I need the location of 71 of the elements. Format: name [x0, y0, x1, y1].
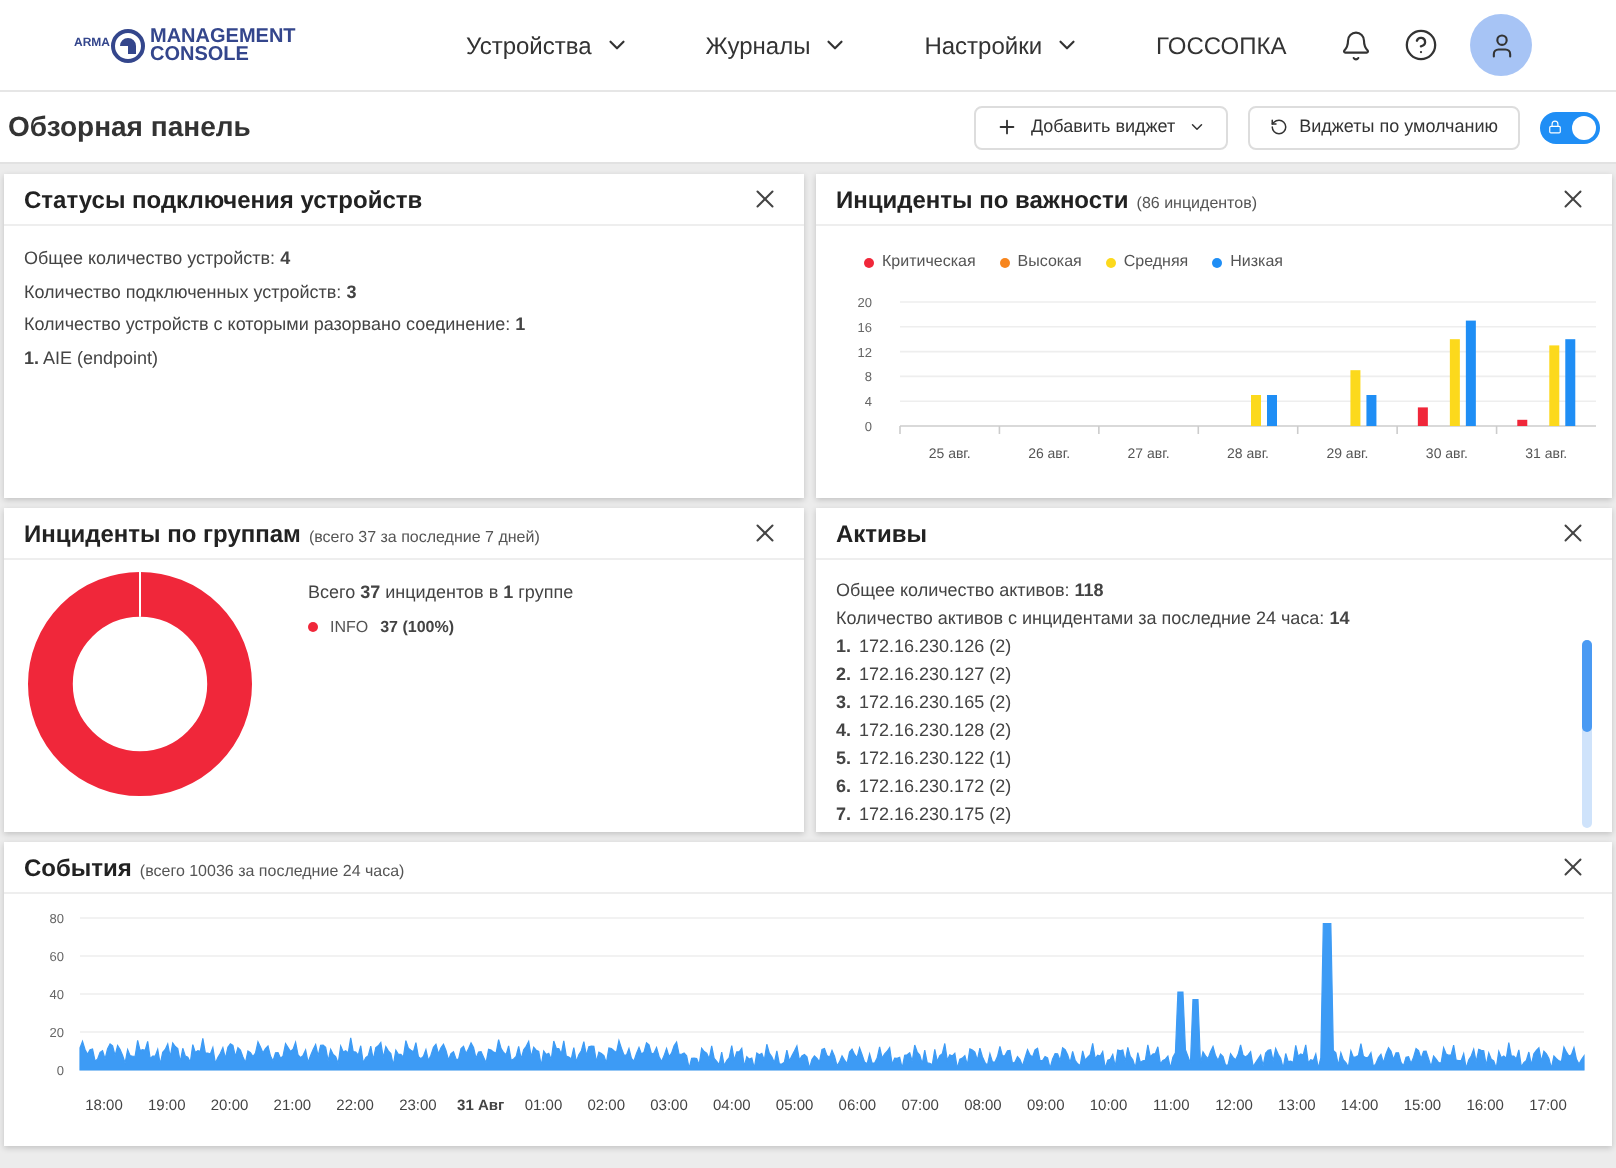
- list-number: 7.: [836, 802, 852, 828]
- asset-address: 172.16.230.122 (1): [859, 746, 1012, 772]
- legend-label: Критическая: [882, 250, 976, 274]
- close-icon: [750, 518, 780, 548]
- plus-icon: [996, 116, 1019, 138]
- bar: [1267, 395, 1277, 426]
- legend-label: Средняя: [1123, 250, 1189, 274]
- bar: [1465, 320, 1476, 426]
- close-icon: [1558, 518, 1588, 548]
- user-avatar-button[interactable]: [1470, 14, 1532, 76]
- list-number: 1.: [836, 634, 852, 660]
- widget-title: Инциденты по важности: [836, 183, 1129, 217]
- help-icon[interactable]: [1404, 28, 1438, 62]
- legend-label: Высокая: [1017, 250, 1082, 274]
- widget-subtitle: (всего 37 за последние 7 дней): [308, 525, 540, 549]
- page-title: Обзорная панель: [8, 108, 251, 146]
- widget-title: Инциденты по группам: [24, 517, 301, 551]
- bar: [1549, 345, 1560, 426]
- lock-toggle[interactable]: [1540, 111, 1600, 143]
- bar: [1251, 395, 1261, 426]
- lock-icon: [1548, 120, 1562, 134]
- asset-address: 172.16.230.128 (2): [859, 718, 1012, 744]
- asset-address: 172.16.230.175 (2): [859, 802, 1012, 828]
- list-number: 5.: [836, 746, 852, 772]
- nav-menu-item[interactable]: Журналы: [705, 27, 849, 63]
- summary-text: Всего 37 инцидентов в 1 группе: [308, 580, 574, 606]
- asset-address: 172.16.230.165 (2): [859, 690, 1012, 716]
- user-icon: [1487, 31, 1515, 59]
- asset-address: 172.16.230.126 (2): [859, 634, 1012, 660]
- logo-text: MANAGEMENT: [150, 27, 296, 45]
- notification-bell-icon[interactable]: [1340, 29, 1372, 61]
- bar: [1449, 339, 1460, 426]
- asset-address: 172.16.230.127 (2): [859, 662, 1012, 688]
- list-number: 3.: [836, 690, 852, 716]
- legend-value: 37 (100%): [380, 615, 455, 639]
- close-icon: [1558, 852, 1588, 882]
- bar: [1350, 370, 1361, 426]
- scrollbar-track[interactable]: [1582, 640, 1592, 828]
- close-icon: [1558, 184, 1588, 214]
- default-widgets-button[interactable]: Виджеты по умолчанию: [1247, 105, 1520, 149]
- bar: [1417, 407, 1428, 426]
- info-line: Количество подключенных устройств: 3: [24, 279, 359, 306]
- legend-label: INFO: [330, 615, 369, 639]
- logo-text: CONSOLE: [150, 45, 251, 63]
- info-line: Общее количество активов: 118: [836, 578, 1106, 604]
- bar: [1366, 395, 1377, 426]
- widget-title: Активы: [836, 517, 928, 551]
- chevron-down-icon: [1187, 118, 1206, 136]
- list-number: 4.: [836, 718, 852, 744]
- helmet-logo-icon: [110, 27, 146, 63]
- nav-menu-item[interactable]: Устройства: [466, 27, 630, 63]
- info-line: Общее количество устройств: 4: [24, 246, 293, 272]
- widget-title: Статусы подключения устройств: [24, 183, 423, 217]
- widget-title: События: [24, 851, 132, 885]
- bar: [1517, 419, 1528, 426]
- nav-menu-item[interactable]: ГОССОПКА: [1156, 27, 1287, 63]
- info-line: Количество устройств с которыми разорвано соединение: 1: [24, 312, 528, 338]
- reset-icon: [1269, 118, 1288, 136]
- info-line: Количество активов с инцидентами за последние 24 часа: 14: [836, 606, 1352, 632]
- close-icon: [750, 184, 780, 214]
- list-number: 2.: [836, 662, 852, 688]
- nav-menu-item[interactable]: Настройки: [924, 27, 1081, 63]
- add-widget-button[interactable]: Добавить виджет: [974, 105, 1228, 149]
- asset-address: 172.16.230.172 (2): [859, 774, 1012, 800]
- widget-subtitle: (всего 10036 за последние 24 часа): [139, 859, 405, 883]
- info-line: 1. AIE (endpoint): [24, 345, 161, 372]
- bar: [1565, 339, 1576, 426]
- widget-subtitle: (86 инцидентов): [1136, 191, 1257, 215]
- scrollbar-thumb[interactable]: [1582, 640, 1592, 732]
- legend-label: Низкая: [1230, 250, 1284, 274]
- list-number: 6.: [836, 774, 852, 800]
